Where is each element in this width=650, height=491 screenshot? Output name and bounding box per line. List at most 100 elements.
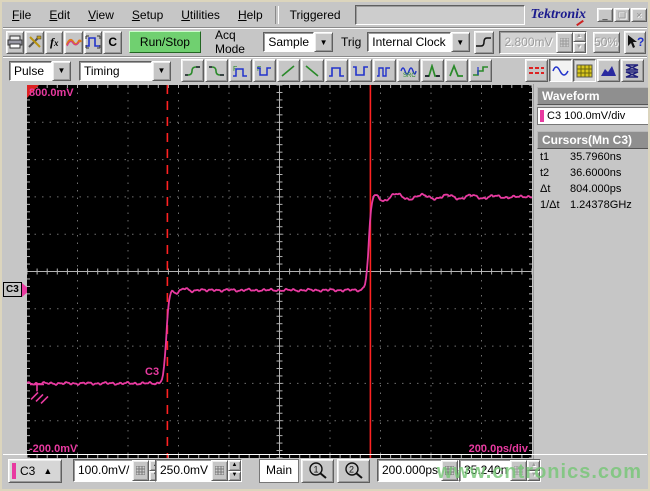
channel-color-bar: [540, 110, 544, 122]
menu-bar: File Edit View Setup Utilities Help Trig…: [3, 3, 647, 28]
neg-width-f-icon: F: [256, 64, 273, 78]
measure-rise-time-button[interactable]: [181, 59, 204, 82]
measure-group-select[interactable]: Timing ▼: [79, 60, 171, 81]
pos-width-f-icon: F: [232, 64, 249, 78]
cursor-t2-label: t2: [540, 167, 550, 179]
color-grade-button[interactable]: [573, 59, 596, 82]
mask-test-button[interactable]: [621, 59, 644, 82]
c-button[interactable]: C: [103, 30, 122, 54]
channel-c3-marker[interactable]: C3: [3, 282, 30, 298]
watermark-text: www.cntronics.com: [436, 461, 642, 483]
step-icon: [472, 64, 489, 78]
cursor-dt-label: Δt: [540, 183, 551, 195]
menu-edit[interactable]: Edit: [40, 5, 79, 25]
spin-up-button[interactable]: ▲: [228, 460, 242, 471]
cursor-row-t1: t1 35.7960ns: [534, 149, 648, 165]
print-button[interactable]: [6, 30, 25, 54]
chevron-down-icon[interactable]: ▼: [450, 32, 470, 52]
waveform-channel-row[interactable]: C3 100.0mV/div: [537, 107, 648, 125]
tools-button[interactable]: [25, 30, 44, 54]
close-button[interactable]: ×: [631, 8, 647, 22]
waveform-view-button[interactable]: [549, 59, 572, 82]
plot-left-gutter: C3: [2, 84, 30, 459]
neg-pulse-icon: [352, 64, 369, 78]
measure-class-select[interactable]: Pulse ▼: [9, 60, 71, 81]
rising-slope-icon: [475, 35, 493, 49]
svg-text:SRC: SRC: [403, 73, 416, 78]
menu-utilities[interactable]: Utilities: [172, 5, 229, 25]
acq-mode-select[interactable]: Sample ▼: [263, 32, 334, 52]
minimize-button[interactable]: _: [597, 8, 613, 22]
menu-file[interactable]: File: [3, 5, 40, 25]
keypad-icon[interactable]: [555, 31, 573, 53]
fall-slope-icon: [304, 64, 321, 78]
keypad-icon[interactable]: [132, 460, 150, 481]
measure-pos-glitch-button[interactable]: [373, 59, 396, 82]
measure-toolbar: Pulse ▼ Timing ▼ F F SRC: [3, 57, 647, 84]
run-stop-button[interactable]: Run/Stop: [128, 31, 201, 53]
menu-separator: [274, 6, 279, 24]
trig-source-select[interactable]: Internal Clock ▼: [367, 32, 470, 52]
pos-pulse-icon: [328, 64, 345, 78]
waveform-button[interactable]: [64, 30, 83, 54]
trig-50pct-button[interactable]: 50%: [592, 31, 620, 53]
trig-level-spinner[interactable]: 2.800mV ▲ ▼: [499, 30, 587, 54]
chevron-down-icon[interactable]: ▼: [314, 32, 334, 52]
measure-pos-peak-button[interactable]: [421, 59, 444, 82]
cursor-dt-value: 804.000ps: [570, 183, 622, 195]
spin-down-button[interactable]: ▼: [572, 42, 586, 53]
keypad-icon[interactable]: [211, 460, 229, 481]
context-help-button[interactable]: ?: [623, 30, 647, 54]
histogram-icon: [600, 64, 617, 78]
menu-view[interactable]: View: [79, 5, 123, 25]
chevron-down-icon[interactable]: ▼: [52, 60, 71, 81]
zoom1-button[interactable]: 1: [301, 459, 334, 483]
chevron-down-icon[interactable]: ▼: [152, 60, 171, 81]
channel-c3-button[interactable]: C3 ▲: [8, 459, 62, 483]
restore-button[interactable]: ❏: [614, 8, 630, 22]
measure-setup-hold-button[interactable]: [469, 59, 492, 82]
measure-pos-width-button[interactable]: F: [229, 59, 252, 82]
histogram-button[interactable]: [597, 59, 620, 82]
menu-help[interactable]: Help: [229, 5, 272, 25]
ground-reference-icon: [30, 383, 49, 404]
measure-neg-pulse-button[interactable]: [349, 59, 372, 82]
measure-burst-button[interactable]: SRC: [397, 59, 420, 82]
offset-spinner[interactable]: 250.0mV ▲ ▼: [155, 459, 243, 482]
mask-icon: [624, 63, 641, 78]
rise-slope-icon: [280, 64, 297, 78]
cursors-toggle-button[interactable]: [525, 59, 548, 82]
math-fx-icon: fx: [49, 34, 59, 49]
time-per-div-value: 200.000ps: [382, 463, 439, 477]
cursor-row-t2: t2 36.6000ns: [534, 165, 648, 181]
spin-down-button[interactable]: ▼: [228, 470, 242, 481]
measure-neg-width-button[interactable]: F: [253, 59, 276, 82]
math-fx-button[interactable]: fx: [44, 30, 64, 54]
spin-up-button[interactable]: ▲: [572, 31, 586, 42]
measure-rise-slope-button[interactable]: [277, 59, 300, 82]
acq-mode-value: Sample: [263, 32, 315, 52]
brand-logo: Tektronix: [530, 7, 587, 22]
magnifier-1-icon: 1: [307, 461, 329, 482]
measure-pos-pulse-button[interactable]: [325, 59, 348, 82]
zoom2-button[interactable]: 2: [337, 459, 370, 483]
waveform-panel-header: Waveform: [537, 87, 648, 105]
main-timebase-indicator[interactable]: Main: [259, 459, 299, 483]
trig-slope-button[interactable]: [473, 30, 495, 54]
main-toolbar: fx C Run/Stop Acq Mode Sample ▼ Trig Int…: [3, 28, 647, 57]
cursor-inv-dt-value: 1.24378GHz: [570, 199, 632, 211]
pulse-capture-button[interactable]: [83, 30, 103, 54]
offset-value: 250.0mV: [160, 463, 209, 477]
channel-color-bar: [12, 463, 16, 479]
measure-class-value: Pulse: [9, 60, 52, 81]
channel-marker-label: C3: [3, 282, 22, 298]
c-icon: C: [108, 35, 117, 49]
wave-icon: [65, 35, 82, 49]
menu-setup[interactable]: Setup: [123, 5, 172, 25]
volts-per-div-spinner[interactable]: 100.0mV/ ▲▼: [73, 459, 164, 482]
trig-label: Trig: [341, 35, 362, 49]
measure-neg-peak-button[interactable]: [445, 59, 468, 82]
measure-fall-time-button[interactable]: [205, 59, 228, 82]
rise-curve-icon: [184, 64, 201, 78]
measure-fall-slope-button[interactable]: [301, 59, 324, 82]
